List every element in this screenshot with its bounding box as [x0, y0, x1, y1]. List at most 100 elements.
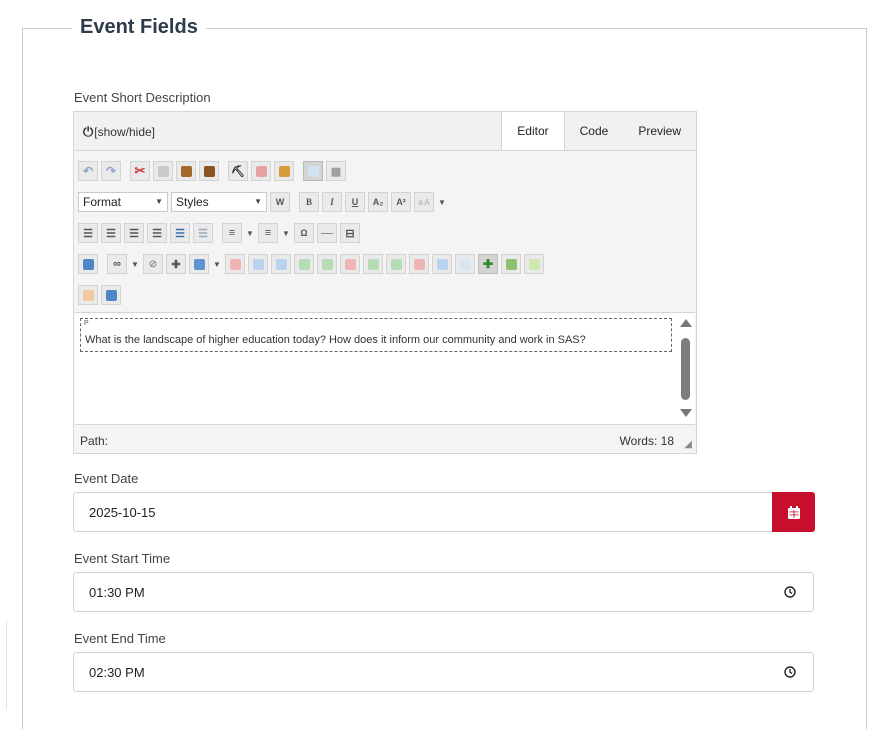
table-props-button[interactable] — [248, 254, 268, 274]
tab-preview[interactable]: Preview — [623, 112, 696, 150]
scroll-up-arrow-icon[interactable] — [680, 319, 692, 327]
insert-col-before-button[interactable] — [363, 254, 383, 274]
styles-select-value: Styles — [176, 195, 209, 209]
paste-word-button[interactable]: W — [270, 192, 290, 212]
toolbar-row-2: Format ▼ Styles ▼ W B I U A₂ A² a A ▼ — [78, 189, 692, 215]
styles-select[interactable]: Styles ▼ — [171, 192, 267, 212]
align-center-icon: ☰ — [106, 227, 116, 240]
redo-button[interactable]: ↷ — [101, 161, 121, 181]
visual-aid-button[interactable] — [303, 161, 323, 181]
align-right-button[interactable]: ☰ — [124, 223, 144, 243]
start-time-input[interactable]: 01:30 PM — [73, 572, 814, 612]
unordered-list-dropdown[interactable]: ▼ — [281, 223, 291, 243]
case-dropdown-arrow[interactable]: ▼ — [437, 192, 447, 212]
insert-row-after-button[interactable] — [317, 254, 337, 274]
end-time-label: Event End Time — [74, 631, 166, 646]
outdent-button[interactable]: ☰ — [193, 223, 213, 243]
unordered-list-button[interactable]: ≡ — [258, 223, 278, 243]
insert-image-button[interactable] — [78, 254, 98, 274]
remove-format-button[interactable] — [78, 285, 98, 305]
italic-button[interactable]: I — [322, 192, 342, 212]
insert-document-button[interactable] — [524, 254, 544, 274]
subscript-button[interactable]: A₂ — [368, 192, 388, 212]
cell-props-button[interactable] — [271, 254, 291, 274]
paste-button[interactable] — [176, 161, 196, 181]
tab-editor[interactable]: Editor — [501, 112, 565, 150]
page-break-icon: ⊟ — [345, 227, 355, 240]
tab-code[interactable]: Code — [565, 112, 624, 150]
editor-content-area[interactable]: P What is the landscape of higher educat… — [75, 312, 695, 425]
show-hide-toggle[interactable]: ⏻[show/hide] — [83, 124, 155, 140]
calendar-icon — [787, 505, 800, 519]
media-icon: ✚ — [482, 257, 494, 271]
insert-template-button[interactable] — [501, 254, 521, 274]
format-select[interactable]: Format ▼ — [78, 192, 168, 212]
find-button[interactable]: ⛏ — [228, 161, 248, 181]
superscript-button[interactable]: A² — [391, 192, 411, 212]
table-icon — [193, 258, 205, 270]
power-icon: ⏻ — [83, 124, 94, 139]
clock-icon[interactable] — [784, 586, 796, 598]
underline-button[interactable]: U — [345, 192, 365, 212]
toolbar-row-4: ∞ ▼ ⊘ ✚ ▼ ✚ — [78, 251, 692, 277]
insert-row-before-button[interactable] — [294, 254, 314, 274]
special-char-button[interactable]: Ω — [294, 223, 314, 243]
page-break-button[interactable]: ⊟ — [340, 223, 360, 243]
paragraph-block[interactable]: P What is the landscape of higher educat… — [80, 318, 672, 352]
scroll-thumb[interactable] — [681, 338, 690, 400]
document-icon — [528, 258, 540, 270]
insert-media-button[interactable]: ✚ — [478, 254, 498, 274]
ordered-list-dropdown[interactable]: ▼ — [245, 223, 255, 243]
eraser-button[interactable] — [251, 161, 271, 181]
start-time-label: Event Start Time — [74, 551, 171, 566]
resize-grip-icon[interactable]: ◢ — [684, 439, 692, 450]
event-date-label: Event Date — [74, 471, 139, 486]
delete-row-icon — [344, 258, 356, 270]
toolbar-row-3: ☰ ☰ ☰ ☰ ☰ ☰ ≡ ▼ ≡ ▼ Ω ⊟ — [78, 220, 692, 246]
delete-col-icon — [413, 258, 425, 270]
insert-flash-button[interactable] — [101, 285, 121, 305]
change-case-button[interactable]: a A — [414, 192, 434, 212]
event-date-value: 2025-10-15 — [89, 505, 156, 520]
split-cells-icon — [459, 258, 471, 270]
anchor-button[interactable]: ✚ — [166, 254, 186, 274]
indent-button[interactable]: ☰ — [170, 223, 190, 243]
horizontal-rule-button[interactable] — [317, 223, 337, 243]
unlink-button[interactable]: ⊘ — [143, 254, 163, 274]
path-label: Path: — [80, 434, 109, 448]
word-count: Words: 18 — [619, 434, 674, 448]
insert-table-button[interactable] — [189, 254, 209, 274]
link-dropdown[interactable]: ▼ — [130, 254, 140, 274]
ordered-list-button[interactable]: ≡ — [222, 223, 242, 243]
align-left-icon: ☰ — [83, 227, 93, 240]
binoculars-icon: ⛏ — [231, 165, 245, 178]
delete-table-button[interactable] — [225, 254, 245, 274]
cleanup-button[interactable] — [274, 161, 294, 181]
scroll-down-arrow-icon[interactable] — [680, 409, 692, 417]
align-left-button[interactable]: ☰ — [78, 223, 98, 243]
align-center-button[interactable]: ☰ — [101, 223, 121, 243]
grid-button[interactable]: ▦ — [326, 161, 346, 181]
calendar-button[interactable] — [772, 492, 815, 532]
template-icon — [505, 258, 517, 270]
delete-col-button[interactable] — [409, 254, 429, 274]
editor-scrollbar[interactable] — [677, 313, 694, 424]
delete-row-button[interactable] — [340, 254, 360, 274]
merge-cells-button[interactable] — [432, 254, 452, 274]
paste-text-button[interactable] — [199, 161, 219, 181]
copy-button[interactable] — [153, 161, 173, 181]
redo-icon: ↷ — [105, 164, 117, 178]
split-cells-button[interactable] — [455, 254, 475, 274]
table-dropdown[interactable]: ▼ — [212, 254, 222, 274]
event-date-input[interactable]: 2025-10-15 — [73, 492, 773, 532]
undo-button[interactable]: ↶ — [78, 161, 98, 181]
align-justify-button[interactable]: ☰ — [147, 223, 167, 243]
end-time-input[interactable]: 02:30 PM — [73, 652, 814, 692]
insert-link-button[interactable]: ∞ — [107, 254, 127, 274]
outdent-icon: ☰ — [198, 227, 208, 240]
cut-button[interactable]: ✂ — [130, 161, 150, 181]
insert-col-after-button[interactable] — [386, 254, 406, 274]
clock-icon[interactable] — [784, 666, 796, 678]
editor-header: ⏻[show/hide] Editor Code Preview — [74, 112, 696, 151]
bold-button[interactable]: B — [299, 192, 319, 212]
